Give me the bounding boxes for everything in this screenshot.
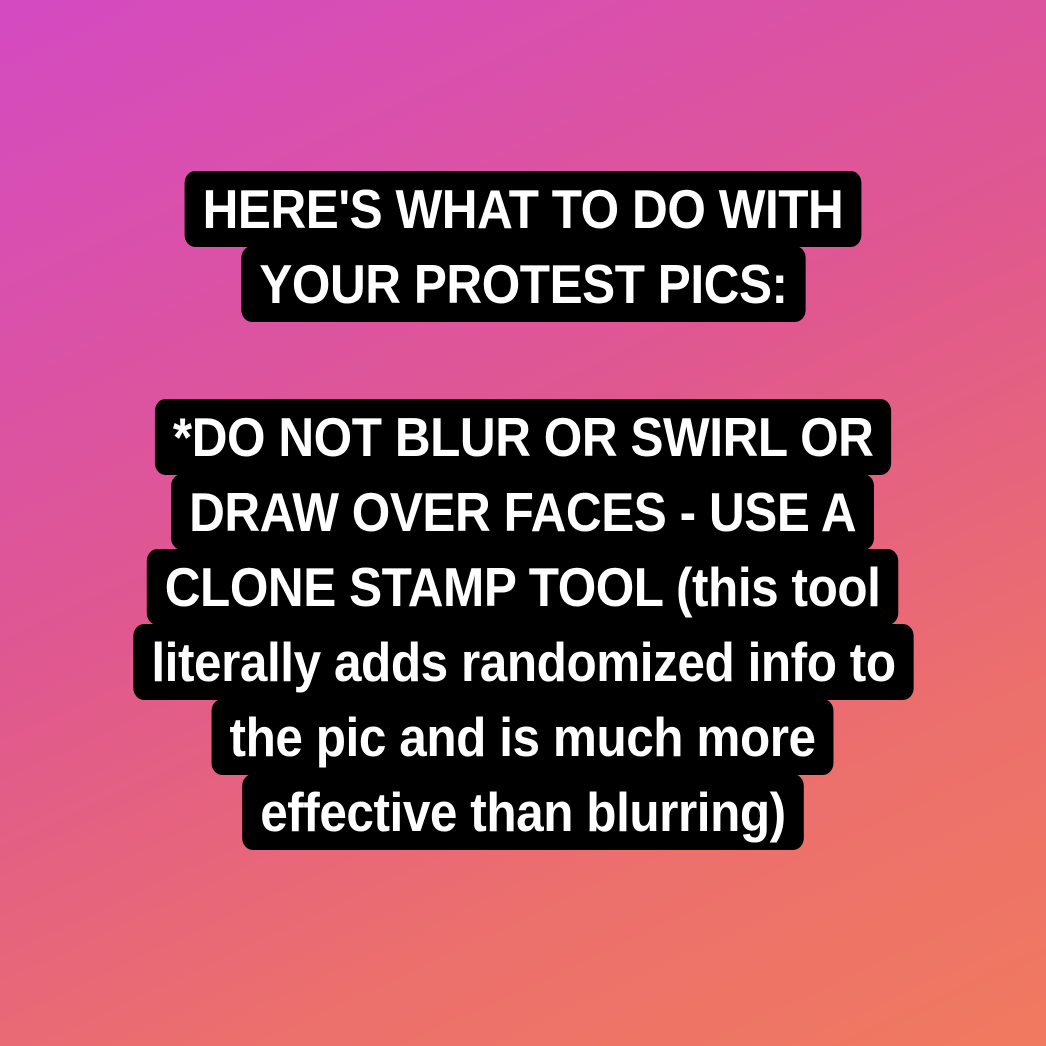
body-line: DRAW OVER FACES - USE A — [171, 474, 875, 550]
heading-line: HERE'S WHAT TO DO WITH — [184, 171, 862, 247]
story-canvas: HERE'S WHAT TO DO WITH YOUR PROTEST PICS… — [0, 0, 1046, 1046]
body-line: the pic and is much more — [211, 699, 835, 775]
heading-text-block: HERE'S WHAT TO DO WITH YOUR PROTEST PICS… — [0, 171, 1046, 322]
body-line: effective than blurring) — [242, 774, 804, 850]
body-line: literally adds randomized info to — [132, 624, 914, 700]
heading-line: YOUR PROTEST PICS: — [240, 246, 806, 322]
body-text-block: *DO NOT BLUR OR SWIRL OR DRAW OVER FACES… — [0, 399, 1046, 850]
body-line: CLONE STAMP TOOL (this tool — [147, 549, 899, 625]
body-line: *DO NOT BLUR OR SWIRL OR — [154, 399, 892, 475]
